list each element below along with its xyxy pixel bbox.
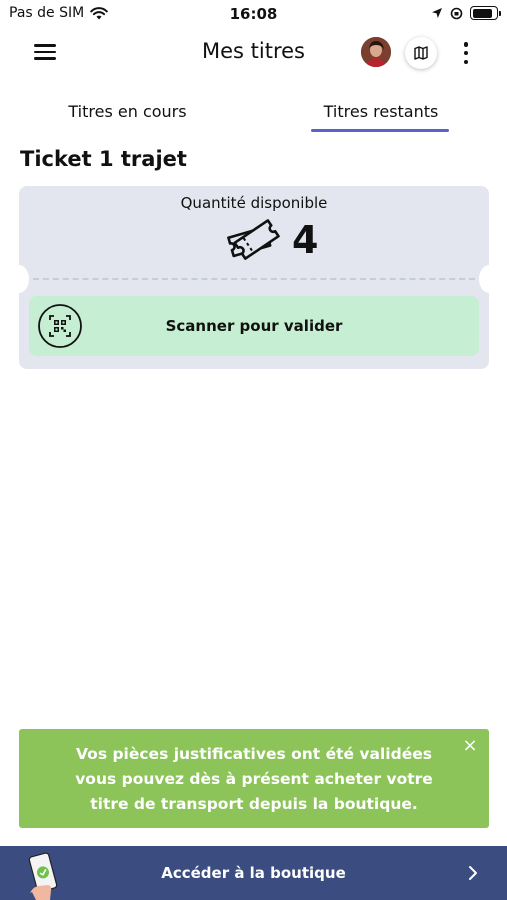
status-bar-right: [431, 6, 501, 20]
chevron-right-icon: [469, 866, 477, 880]
orientation-lock-icon: [450, 7, 463, 19]
quantity-row: 4: [224, 216, 318, 264]
ticket-notch-right: [479, 265, 499, 293]
tab-titres-en-cours[interactable]: Titres en cours: [40, 102, 215, 121]
tickets-icon: [227, 219, 280, 260]
scan-to-validate-button[interactable]: Scanner pour valider: [29, 296, 479, 356]
quantity-value: 4: [292, 218, 319, 262]
avatar[interactable]: [361, 37, 391, 67]
location-arrow-icon: [432, 8, 442, 18]
tab-bar: Titres en cours Titres restants: [0, 96, 507, 136]
close-icon[interactable]: ×: [461, 737, 479, 755]
validation-notice: Vos pièces justificatives ont été validé…: [19, 729, 489, 828]
ticket-title: Ticket 1 trajet: [20, 147, 187, 171]
shop-access-label: Accéder à la boutique: [161, 864, 346, 882]
notice-message: Vos pièces justificatives ont été validé…: [75, 745, 433, 813]
scan-button-label: Scanner pour valider: [165, 317, 343, 335]
more-vertical-icon[interactable]: [456, 40, 476, 66]
active-tab-indicator: [311, 129, 449, 132]
battery-icon: [470, 6, 501, 20]
map-icon: [414, 46, 428, 60]
quantity-label: Quantité disponible: [180, 194, 328, 212]
ticket-card: Quantité disponible 4 Scanner pour valid…: [9, 186, 499, 369]
ticket-notch-left: [9, 265, 29, 293]
ticket-divider: [33, 278, 475, 280]
tab-titres-restants[interactable]: Titres restants: [311, 102, 451, 121]
app-header: Mes titres: [0, 28, 507, 78]
shop-access-bar[interactable]: Accéder à la boutique: [0, 846, 507, 900]
status-bar: Pas de SIM 16:08: [0, 0, 507, 28]
map-button[interactable]: [405, 37, 437, 69]
